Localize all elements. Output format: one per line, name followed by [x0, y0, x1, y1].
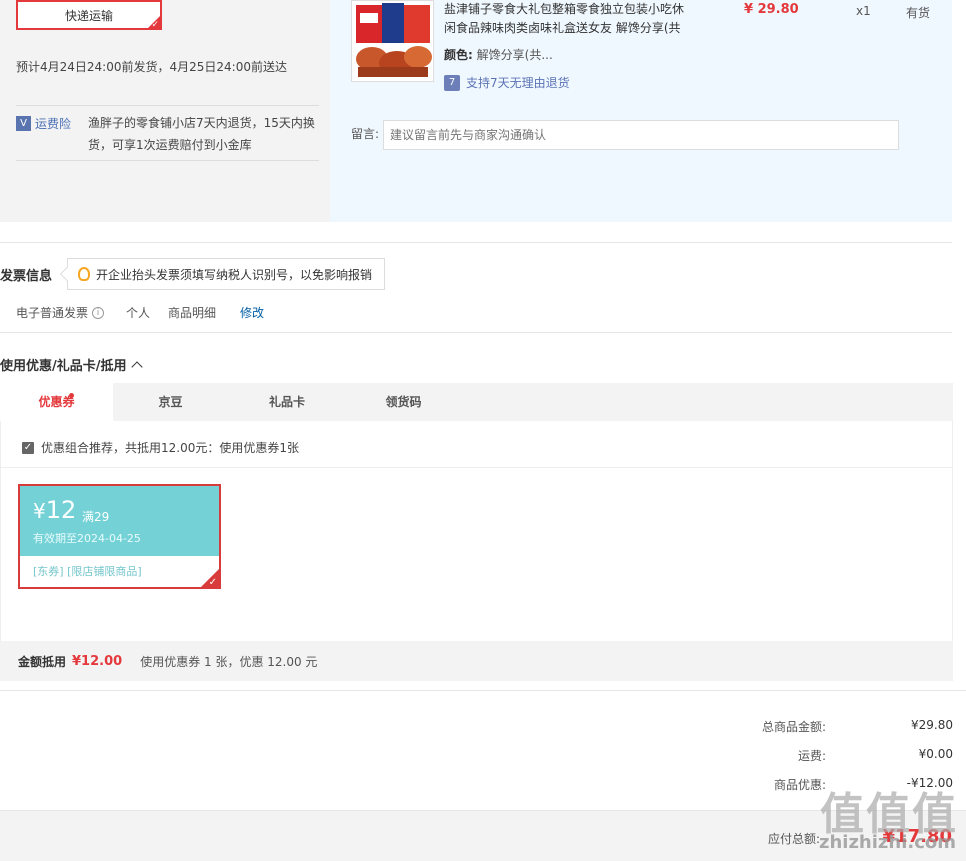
divider: [0, 242, 952, 243]
message-label: 留言:: [351, 127, 380, 141]
combo-recommend[interactable]: ✓ 优惠组合推荐，共抵用12.00元：使用优惠券1张: [22, 439, 299, 456]
chevron-up-icon: [130, 360, 143, 373]
return-policy[interactable]: 7 支持7天无理由退货: [444, 74, 570, 91]
delivery-estimate: 预计4月24日24:00前发货，4月25日24:00前送达: [16, 60, 287, 74]
new-dot-indicator: [69, 393, 74, 398]
invoice-tip-text: 开企业抬头发票须填写纳税人识别号，以免影响报销: [96, 267, 373, 282]
invoice-details: 电子普通发票 i 个人 商品明细 修改: [16, 304, 264, 321]
tab-label: 京豆: [158, 395, 183, 409]
lightbulb-icon: [78, 267, 90, 281]
product-image[interactable]: [351, 0, 434, 82]
shipping-method-label: 快递运输: [64, 9, 113, 23]
summary-value-shipping: ¥0.00: [918, 747, 953, 761]
coupon-tabs: 优惠券 京豆 礼品卡 领货码: [0, 383, 953, 421]
color-label: 颜色:: [444, 48, 473, 62]
tab-jingdou[interactable]: 京豆: [113, 383, 228, 421]
seven-day-return-icon: 7: [444, 74, 460, 91]
check-icon: ✓: [208, 577, 217, 588]
deduction-description: 使用优惠券 1 张，优惠 12.00 元: [140, 654, 318, 669]
coupon-threshold: 满29: [82, 510, 110, 524]
coupon-card[interactable]: ¥12 满29 有效期至2024-04-25 [东券] [限店铺限商品] ✓: [18, 484, 221, 589]
invoice-tip: 开企业抬头发票须填写纳税人识别号，以免影响报销: [59, 258, 385, 290]
stock-status: 有货: [906, 6, 931, 20]
product-price: ¥ 29.80: [744, 2, 799, 17]
deduction-summary: 金额抵用 ¥12.00 使用优惠券 1 张，优惠 12.00 元: [0, 641, 953, 681]
shipping-panel: [0, 0, 330, 222]
coupon-card-header: ¥12 满29 有效期至2024-04-25: [20, 486, 219, 556]
summary-label-discount: 商品优惠:: [773, 778, 826, 792]
coupon-tags: [东券] [限店铺限商品]: [33, 565, 142, 578]
coupon-section-title: 使用优惠/礼品卡/抵用: [0, 359, 127, 374]
check-icon: ✓: [151, 20, 159, 30]
divider: [16, 105, 319, 106]
invoice-content: 商品明细: [168, 306, 217, 320]
invoice-title: 发票信息: [0, 269, 53, 284]
coupon-section-toggle[interactable]: 使用优惠/礼品卡/抵用: [0, 355, 143, 374]
color-value: 解馋分享(共...: [476, 48, 553, 62]
tab-label: 领货码: [385, 395, 422, 409]
divider: [1, 467, 952, 468]
tab-label: 礼品卡: [268, 395, 305, 409]
coupon-value: 12: [45, 496, 77, 524]
shield-icon: V: [16, 116, 31, 131]
message-input[interactable]: [383, 120, 899, 150]
coupon-validity: 有效期至2024-04-25: [33, 532, 141, 545]
deduction-amount: ¥12.00: [72, 653, 123, 669]
insurance-description: 渔胖子的零食铺小店7天内退货，15天内换货，可享1次运费赔付到小金库: [88, 116, 315, 152]
payable-label: 应付总额:: [767, 832, 820, 846]
shipping-method-button[interactable]: 快递运输 ✓: [16, 0, 162, 30]
product-attribute: 颜色: 解馋分享(共...: [444, 46, 553, 63]
tip-arrow: [59, 266, 75, 282]
coupon-amount: ¥12: [33, 496, 76, 524]
divider: [0, 690, 966, 691]
summary-label-shipping: 运费:: [797, 749, 826, 763]
tab-gift-card[interactable]: 礼品卡: [228, 383, 346, 421]
invoice-holder: 个人: [126, 306, 151, 320]
coupon-currency: ¥: [33, 499, 46, 523]
tab-redeem-code[interactable]: 领货码: [346, 383, 461, 421]
checkbox-checked-icon[interactable]: ✓: [22, 441, 34, 454]
invoice-type: 电子普通发票: [16, 306, 89, 320]
insurance-badge-label: 运费险: [35, 117, 72, 131]
deduction-label: 金额抵用: [18, 654, 67, 669]
info-icon[interactable]: i: [92, 306, 105, 319]
combo-recommend-text: 优惠组合推荐，共抵用12.00元：使用优惠券1张: [41, 441, 299, 455]
product-title[interactable]: 盐津铺子零食大礼包整箱零食独立包装小吃休闲食品辣味肉类卤味礼盒送女友 解馋分享(…: [444, 0, 694, 38]
watermark-url: zhizhizhi.com: [818, 832, 956, 853]
product-quantity: x1: [856, 4, 871, 18]
summary-value-total: ¥29.80: [911, 718, 953, 732]
invoice-edit-link[interactable]: 修改: [240, 304, 264, 321]
summary-label-total: 总商品金额:: [761, 720, 826, 734]
tab-coupons[interactable]: 优惠券: [0, 383, 113, 421]
divider: [0, 332, 952, 333]
insurance-badge[interactable]: V 运费险: [16, 115, 71, 132]
divider: [16, 160, 319, 161]
return-policy-text: 支持7天无理由退货: [466, 76, 570, 90]
